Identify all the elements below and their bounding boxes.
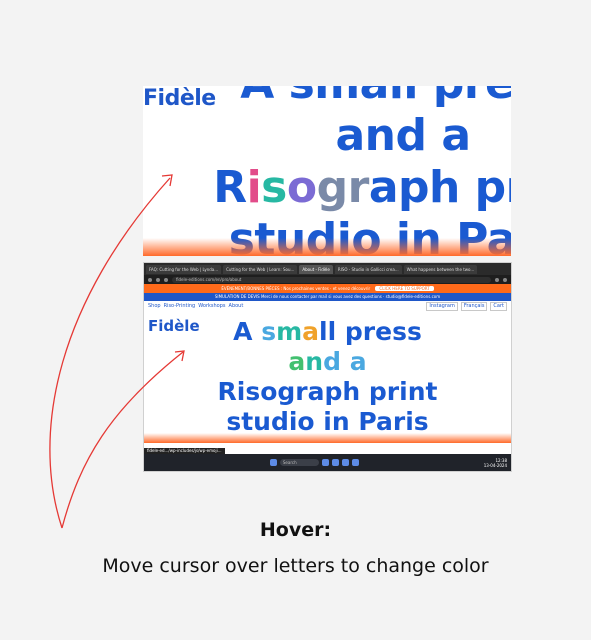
arrow-to-screenshot <box>61 351 184 529</box>
annotation-arrows <box>49 174 185 529</box>
arrow-to-zoom <box>49 177 171 529</box>
caption-subtitle: Move cursor over letters to change color <box>102 555 489 577</box>
caption-title: Hover: <box>259 519 332 541</box>
